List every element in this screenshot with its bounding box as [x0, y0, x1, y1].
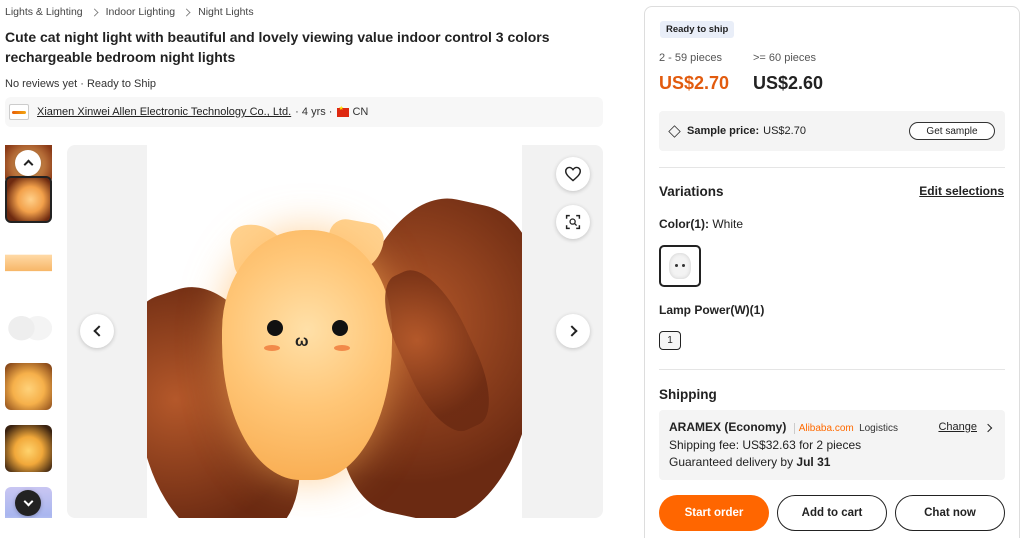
chevron-right-icon: [90, 8, 99, 16]
ship-status-text: Ready to Ship: [86, 78, 157, 90]
favorite-button[interactable]: [556, 157, 590, 191]
chat-now-button[interactable]: Chat now: [895, 495, 1005, 531]
breadcrumb-indoor-lighting[interactable]: Indoor Lighting: [106, 6, 175, 18]
supplier-country: CN: [352, 106, 369, 118]
cat-lamp: ω: [222, 230, 392, 480]
alibaba-logo: Alibaba.com: [793, 423, 854, 434]
get-sample-button[interactable]: Get sample: [909, 122, 995, 140]
power-label: Lamp Power(W)(1): [659, 303, 765, 317]
power-attribute: Lamp Power(W)(1): [659, 303, 764, 317]
purchase-panel: Ready to ship 2 - 59 pieces >= 60 pieces…: [644, 6, 1020, 538]
chevron-down-icon: [23, 496, 33, 507]
cat-blush-left: [264, 345, 280, 351]
supplier-logo: [9, 104, 29, 120]
supplier-bar: Xiamen Xinwei Allen Electronic Technolog…: [5, 97, 603, 127]
thumbnail[interactable]: [5, 425, 52, 472]
color-value: White: [712, 217, 744, 231]
delivery-prefix: Guaranteed delivery by: [669, 455, 794, 469]
chevron-right-icon: [983, 423, 993, 432]
cat-lamp-swatch-image: [669, 253, 691, 279]
color-label: Color(1):: [659, 217, 709, 231]
package-icon: [668, 124, 681, 138]
divider: [659, 167, 1005, 168]
review-status-line: No reviews yet · Ready to Ship: [5, 78, 156, 90]
tier-2-range: >= 60 pieces: [753, 52, 816, 64]
chevron-left-icon: [92, 325, 105, 337]
power-option-1[interactable]: 1: [659, 331, 681, 350]
image-next-button[interactable]: [556, 314, 590, 348]
scan-search-icon: [565, 214, 581, 230]
breadcrumb-night-lights[interactable]: Night Lights: [198, 6, 253, 18]
thumbnail-active[interactable]: [5, 176, 52, 223]
variations-title: Variations: [659, 184, 724, 199]
thumbnail[interactable]: [5, 363, 52, 410]
thumbnail[interactable]: [5, 300, 52, 347]
heart-icon: [564, 166, 582, 182]
supplier-years: · 4 yrs ·: [295, 106, 333, 118]
flag-icon: [337, 105, 350, 117]
cat-blush-right: [334, 345, 350, 351]
breadcrumb-lights-lighting[interactable]: Lights & Lighting: [5, 6, 83, 18]
start-order-button[interactable]: Start order: [659, 495, 769, 531]
reviews-text: No reviews yet: [5, 78, 78, 90]
sample-price-label: Sample price:: [687, 125, 760, 137]
divider: [659, 369, 1005, 370]
cat-eye-left: [267, 320, 283, 336]
cat-mouth: ω: [295, 333, 309, 350]
visual-search-button[interactable]: [556, 205, 590, 239]
color-attribute: Color(1): White: [659, 217, 743, 231]
tier-1-range: 2 - 59 pieces: [659, 52, 722, 64]
color-swatch-white[interactable]: [659, 245, 701, 287]
delivery-line: Guaranteed delivery by Jul 31: [669, 454, 995, 471]
separator: ·: [80, 78, 84, 90]
change-label: Change: [938, 421, 977, 433]
main-image-gallery: ω: [67, 145, 603, 518]
chevron-right-icon: [565, 325, 578, 337]
thumbnail-prev-button[interactable]: [15, 150, 41, 176]
thumbnail-strip: [5, 145, 53, 518]
chevron-up-icon: [23, 159, 33, 170]
thumbnail[interactable]: [5, 238, 52, 285]
delivery-date: Jul 31: [796, 455, 831, 469]
shipping-box: ARAMEX (Economy) Alibaba.com Logistics C…: [659, 410, 1005, 480]
change-shipping-link[interactable]: Change: [938, 419, 993, 436]
product-title: Cute cat night light with beautiful and …: [5, 29, 550, 65]
ready-to-ship-badge: Ready to ship: [660, 21, 735, 38]
tier-1-price: US$2.70: [659, 73, 730, 93]
edit-selections-link[interactable]: Edit selections: [919, 184, 1004, 198]
logistics-label: Logistics: [859, 423, 898, 434]
shipping-title: Shipping: [659, 387, 717, 402]
tier-2-price: US$2.60: [753, 73, 824, 93]
image-prev-button[interactable]: [80, 314, 114, 348]
cat-eye-right: [332, 320, 348, 336]
breadcrumb: Lights & Lighting Indoor Lighting Night …: [5, 6, 254, 18]
supplier-name-link[interactable]: Xiamen Xinwei Allen Electronic Technolog…: [37, 106, 291, 118]
sample-price-value: US$2.70: [763, 125, 806, 137]
shipping-method: ARAMEX (Economy): [669, 420, 787, 434]
product-photo: ω: [147, 145, 522, 518]
shipping-fee: Shipping fee: US$32.63 for 2 pieces: [669, 438, 862, 452]
thumbnail-next-button[interactable]: [15, 490, 41, 516]
chevron-right-icon: [182, 8, 191, 16]
add-to-cart-button[interactable]: Add to cart: [777, 495, 887, 531]
sample-price-box: Sample price: US$2.70 Get sample: [659, 111, 1005, 151]
